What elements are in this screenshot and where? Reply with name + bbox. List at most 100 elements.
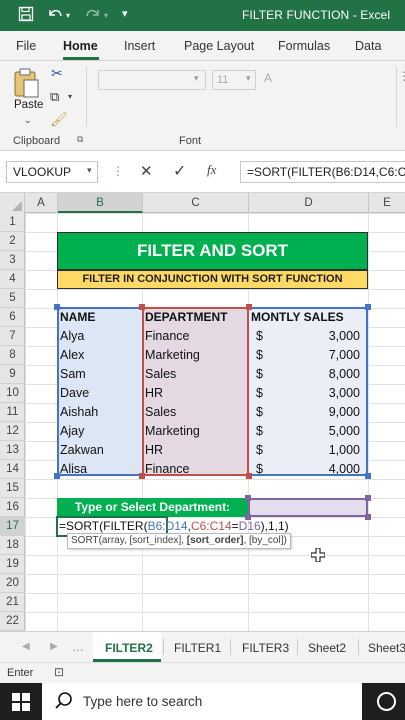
redo-dropdown-icon[interactable]: ▾	[104, 11, 108, 20]
tab-insert[interactable]: Insert	[124, 39, 155, 53]
tab-formulas[interactable]: Formulas	[278, 39, 330, 53]
undo-icon[interactable]	[46, 6, 64, 26]
range-handle[interactable]	[365, 495, 371, 501]
range-handle[interactable]	[245, 495, 251, 501]
range-handle[interactable]	[139, 473, 145, 479]
ribbon: Paste ⌄ ✂ ⧉ ▾ 🖌 ▾ 11 ▾ A ⋮ Clipboard ⧉ F…	[0, 61, 405, 151]
name-box[interactable]: VLOOKUP	[6, 161, 98, 183]
tooltip-current-arg: [sort_order]	[186, 535, 244, 546]
row-header[interactable]: 5	[0, 289, 25, 308]
redo-icon[interactable]	[84, 6, 102, 26]
row-header[interactable]: 18	[0, 536, 25, 555]
sheet-tab-sheet3[interactable]: Sheet3	[368, 641, 405, 655]
group-divider	[86, 67, 87, 127]
row-header[interactable]: 9	[0, 365, 25, 384]
row-header[interactable]: 14	[0, 460, 25, 479]
undo-dropdown-icon[interactable]: ▾	[66, 11, 70, 20]
row-header[interactable]: 12	[0, 422, 25, 441]
row-header[interactable]: 1	[0, 213, 25, 232]
overflow-icon[interactable]: ⋮	[398, 69, 405, 83]
row-header[interactable]: 7	[0, 327, 25, 346]
font-size-dropdown-icon[interactable]: ▾	[246, 73, 251, 84]
tab-page-layout[interactable]: Page Layout	[184, 39, 254, 53]
formula-input[interactable]: =SORT(FILTER(B6:D14,C6:C14	[240, 161, 405, 183]
worksheet-grid[interactable]: FILTER AND SORT FILTER IN CONJUNCTION WI…	[25, 213, 405, 631]
range-handle[interactable]	[54, 473, 60, 479]
row-header[interactable]: 4	[0, 270, 25, 289]
range-handle[interactable]	[54, 304, 60, 310]
increase-font-icon[interactable]: A	[264, 71, 272, 85]
column-header-d[interactable]: D	[249, 193, 369, 213]
prev-sheet-icon[interactable]: ◀	[22, 641, 30, 652]
window-title: FILTER FUNCTION - Excel	[242, 8, 391, 22]
row-header[interactable]: 17	[0, 517, 25, 536]
active-tab-indicator	[63, 57, 99, 60]
tab-data[interactable]: Data	[355, 39, 381, 53]
row-header[interactable]: 16	[0, 498, 25, 517]
range-highlight-c6-c14	[142, 307, 249, 476]
copy-icon[interactable]: ⧉	[50, 89, 59, 105]
department-input-cell[interactable]	[248, 498, 368, 517]
row-header[interactable]: 22	[0, 612, 25, 631]
select-all-button[interactable]	[0, 193, 25, 213]
next-sheet-icon[interactable]: ▶	[50, 641, 58, 652]
sheet-nav-more-icon[interactable]: …	[72, 640, 84, 654]
font-name-box[interactable]	[98, 70, 206, 90]
enter-icon[interactable]: ✓	[173, 161, 186, 181]
row-header[interactable]: 3	[0, 251, 25, 270]
paste-label[interactable]: Paste	[14, 99, 43, 111]
formula-eq: =	[231, 519, 239, 533]
cut-icon[interactable]: ✂	[51, 65, 63, 82]
sheet-tab-filter1[interactable]: FILTER1	[174, 641, 221, 655]
range-handle[interactable]	[365, 473, 371, 479]
row-header[interactable]: 10	[0, 384, 25, 403]
tab-home[interactable]: Home	[63, 39, 98, 53]
row-headers: 1 2 3 4 5 6 7 8 9 10 11 12 13 14 15 16 1…	[0, 213, 25, 631]
function-tooltip: SORT(array, [sort_index], [sort_order], …	[67, 533, 291, 549]
range-handle[interactable]	[246, 473, 252, 479]
column-headers: A B C D E	[0, 193, 405, 213]
column-header-c[interactable]: C	[143, 193, 249, 213]
tab-file[interactable]: File	[16, 39, 36, 53]
paste-dropdown-icon[interactable]: ⌄	[24, 115, 32, 126]
formula-ref-c6-c14: C6:C14	[190, 519, 232, 533]
column-header-b[interactable]: B	[58, 193, 143, 213]
formula-bar-grip-icon: ⋮	[112, 164, 124, 178]
row-header[interactable]: 8	[0, 346, 25, 365]
cancel-icon[interactable]: ✕	[140, 162, 153, 180]
cortana-icon[interactable]	[377, 692, 396, 711]
status-mode: Enter	[7, 667, 34, 679]
row-header[interactable]: 15	[0, 479, 25, 498]
row-header[interactable]: 21	[0, 593, 25, 612]
font-group-label: Font	[179, 135, 202, 147]
row-header[interactable]: 2	[0, 232, 25, 251]
sheet-tab-sheet2[interactable]: Sheet2	[308, 641, 346, 655]
name-box-dropdown-icon[interactable]: ▾	[87, 165, 92, 176]
row-header[interactable]: 13	[0, 441, 25, 460]
clipboard-launcher-icon[interactable]: ⧉	[77, 134, 83, 145]
sheet-title-banner[interactable]: FILTER AND SORT	[57, 232, 368, 270]
accessibility-icon[interactable]: ⊡	[54, 665, 64, 679]
range-handle[interactable]	[365, 514, 371, 520]
save-icon[interactable]	[18, 6, 34, 26]
windows-start-icon[interactable]	[12, 693, 30, 716]
sheet-tab-filter3[interactable]: FILTER3	[242, 641, 289, 655]
column-header-e[interactable]: E	[369, 193, 405, 213]
row-header[interactable]: 11	[0, 403, 25, 422]
column-header-a[interactable]: A	[25, 193, 58, 213]
format-painter-icon[interactable]: 🖌	[50, 111, 68, 128]
taskbar-search-placeholder: Type here to search	[83, 694, 203, 709]
row-header[interactable]: 19	[0, 555, 25, 574]
range-handle[interactable]	[365, 304, 371, 310]
sheet-tab-filter2[interactable]: FILTER2	[105, 641, 153, 655]
customize-toolbar-icon[interactable]: ▾	[122, 7, 128, 20]
range-handle[interactable]	[246, 304, 252, 310]
row-header[interactable]: 6	[0, 308, 25, 327]
copy-dropdown-icon[interactable]: ▾	[68, 92, 72, 101]
range-handle[interactable]	[139, 304, 145, 310]
row-header[interactable]: 20	[0, 574, 25, 593]
sheet-tabs-bar: ◀ ▶ … FILTER2 FILTER1 FILTER3 Sheet2 She…	[0, 631, 405, 662]
sheet-subtitle-banner[interactable]: FILTER IN CONJUNCTION WITH SORT FUNCTION	[57, 270, 368, 289]
insert-function-icon[interactable]: fx	[207, 162, 216, 178]
font-name-dropdown-icon[interactable]: ▾	[194, 73, 199, 84]
